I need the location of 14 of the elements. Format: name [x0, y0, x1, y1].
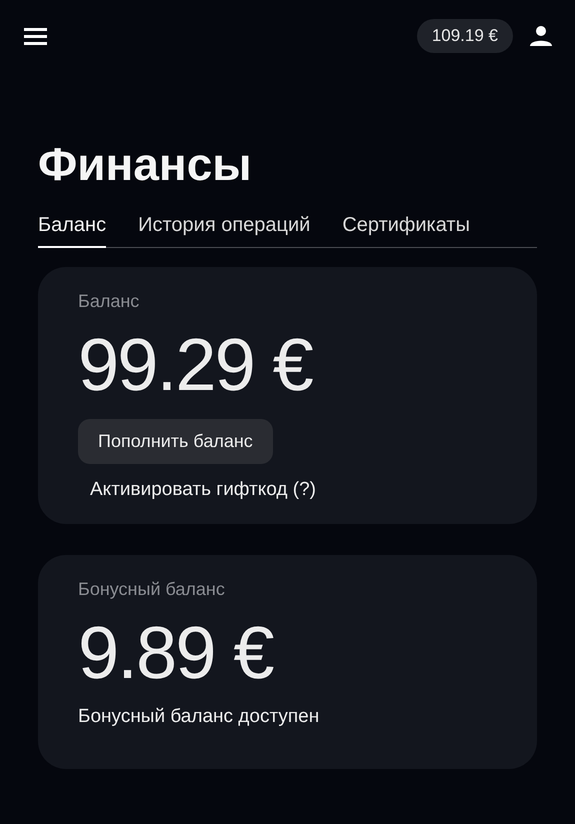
menu-icon[interactable] [23, 26, 49, 46]
page-title: Финансы [38, 137, 253, 192]
card-label: Баланс [78, 290, 140, 313]
tab[interactable]: История операций [138, 210, 310, 248]
bonus-note: Бонусный баланс доступен [78, 705, 320, 729]
balance-amount: 9.89 € [78, 613, 274, 693]
tab[interactable]: Сертификаты [342, 210, 470, 248]
tab[interactable]: Баланс [38, 210, 106, 248]
user-icon[interactable] [529, 24, 553, 48]
top-up-button[interactable]: Пополнить баланс [78, 419, 273, 464]
activate-giftcode-link[interactable]: Активировать гифткод (?) [90, 476, 316, 504]
balance-badge[interactable]: 109.19 € [416, 19, 513, 53]
balance-amount: 99.29 € [78, 325, 314, 405]
card-label: Бонусный баланс [78, 578, 226, 601]
